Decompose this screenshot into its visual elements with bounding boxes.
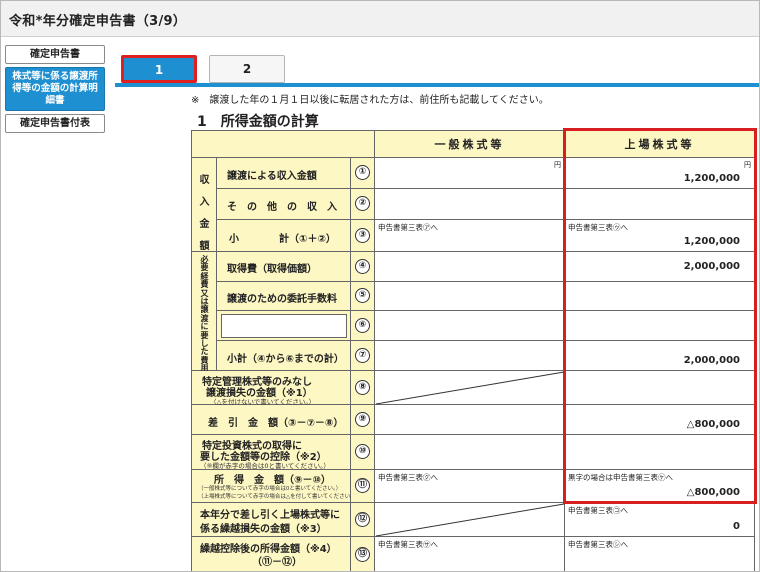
tab-page-1[interactable]: 1 xyxy=(121,55,197,83)
sidebar-item-tax-return-attachment[interactable]: 確定申告書付表 xyxy=(5,114,105,133)
sidebar-item-tax-return[interactable]: 確定申告書 xyxy=(5,45,105,64)
sidebar: 確定申告書 株式等に係る譲渡所得等の金額の計算明細書 確定申告書付表 xyxy=(5,45,109,136)
tab-page-2[interactable]: 2 xyxy=(209,55,285,83)
window-frame: 令和*年分確定申告書（3/9） 確定申告書 株式等に係る譲渡所得等の金額の計算明… xyxy=(0,0,760,572)
title-bar: 令和*年分確定申告書（3/9） xyxy=(1,1,759,37)
form-content: ※ 譲渡した年の１月１日以後に転居された方は、前住所も記載してください。 1 所… xyxy=(117,87,759,571)
row-8-general-strike xyxy=(375,371,565,405)
window-title: 令和*年分確定申告書（3/9） xyxy=(9,14,187,29)
row-12-general-strike xyxy=(375,503,565,537)
listed-stocks-highlight xyxy=(563,128,757,504)
sidebar-item-stock-transfer-statement[interactable]: 株式等に係る譲渡所得等の金額の計算明細書 xyxy=(5,67,105,111)
